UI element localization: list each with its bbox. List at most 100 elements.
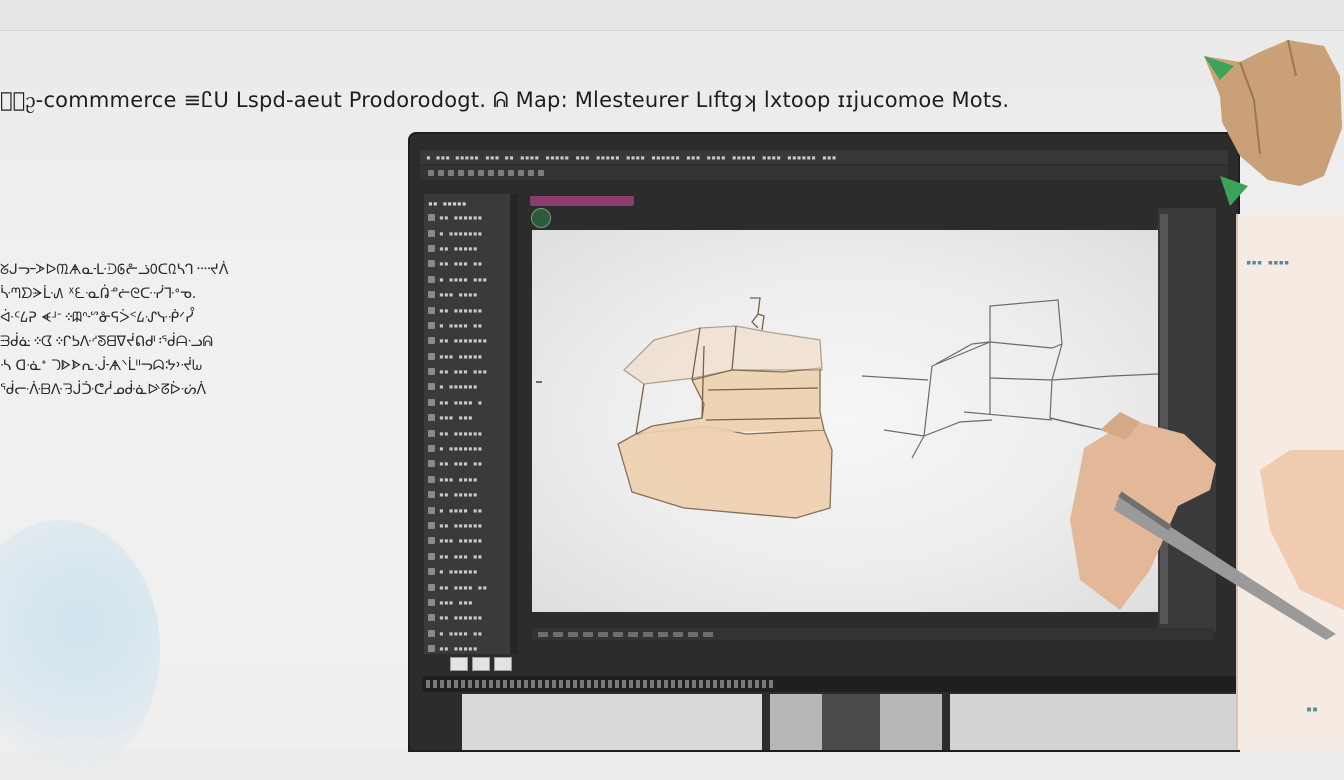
timeline-tick bbox=[552, 680, 556, 688]
timeline-tick bbox=[440, 680, 444, 688]
option-icon[interactable] bbox=[478, 170, 484, 176]
tool-label: ▪▪ ▪▪▪▪ ▪ bbox=[439, 398, 482, 407]
menu-item[interactable]: ▪▪▪▪▪ bbox=[732, 153, 756, 162]
option-icon[interactable] bbox=[458, 170, 464, 176]
option-icon[interactable] bbox=[468, 170, 474, 176]
tool-label: ▪▪ ▪▪▪▪▪ bbox=[439, 644, 478, 653]
thumbnail-button[interactable] bbox=[494, 657, 512, 671]
timeline-tick bbox=[748, 680, 752, 688]
tool-label: ▪▪▪ ▪▪▪ bbox=[439, 598, 473, 607]
timeline-tick bbox=[496, 680, 500, 688]
menu-item[interactable]: ▪▪▪ ▪▪ bbox=[485, 153, 514, 162]
tool-label: ▪ ▪▪▪▪▪▪ bbox=[439, 382, 478, 391]
side-line: ᘜᒍᓓ᠆ᗆᐅ᠓ᗗᓇ᠊ᒷᑓ᠖ᓔᓘ᠐ᑕ᠒ᓴᒉ᠁ᔪᐲ bbox=[0, 258, 390, 282]
tool-row[interactable]: ▪▪ ▪▪▪ ▪▪▪ bbox=[428, 364, 506, 379]
timeline-tick bbox=[531, 680, 535, 688]
tool-row[interactable]: ▪▪▪ ▪▪▪▪▪ bbox=[428, 349, 506, 364]
timeline-ruler[interactable] bbox=[422, 676, 1238, 692]
tool-row[interactable]: ▪ ▪▪▪▪▪▪▪ bbox=[428, 225, 506, 240]
page-headline: ᛰ᷃ᦳ-commmerce ≡᜻Ꮭᑌ ᒪspd-aeut Prodorodogt… bbox=[0, 88, 1240, 118]
panel-tool-icon bbox=[428, 568, 435, 575]
timeline-tick bbox=[629, 680, 633, 688]
option-icon[interactable] bbox=[508, 170, 514, 176]
tool-row[interactable]: ▪▪ ▪▪▪▪▪▪▪ bbox=[428, 333, 506, 348]
tool-row[interactable]: ▪ ▪▪▪▪▪▪ bbox=[428, 564, 506, 579]
option-icon[interactable] bbox=[528, 170, 534, 176]
menu-item[interactable]: ▪▪▪▪▪▪ bbox=[651, 153, 680, 162]
lower-preview-thumbnail[interactable] bbox=[770, 694, 942, 750]
tool-row[interactable]: ▪ ▪▪▪▪ ▪▪▪ bbox=[428, 272, 506, 287]
tool-row[interactable]: ▪▪ ▪▪▪▪▪▪ bbox=[428, 302, 506, 317]
timeline-tick bbox=[461, 680, 465, 688]
tool-row[interactable]: ▪▪▪ ▪▪▪▪ bbox=[428, 472, 506, 487]
panel-title: ▪▪ ▪▪▪▪▪ bbox=[428, 198, 506, 210]
tool-row[interactable]: ▪▪ ▪▪▪▪▪ bbox=[428, 241, 506, 256]
option-icon[interactable] bbox=[448, 170, 454, 176]
tool-label: ▪▪ ▪▪▪▪▪ bbox=[439, 490, 478, 499]
menu-item[interactable]: ▪▪▪▪ bbox=[520, 153, 539, 162]
tool-row[interactable]: ▪ ▪▪▪▪▪▪▪ bbox=[428, 441, 506, 456]
panel-tool-icon bbox=[428, 507, 435, 514]
stylus-icon bbox=[1060, 410, 1344, 640]
panel-scrollbar[interactable] bbox=[510, 194, 518, 654]
panel-tool-icon bbox=[428, 553, 435, 560]
menu-item[interactable]: ▪▪▪▪▪ bbox=[545, 153, 569, 162]
timeline-tick bbox=[692, 680, 696, 688]
status-segment bbox=[643, 632, 653, 637]
menu-item[interactable]: ▪▪▪ bbox=[822, 153, 836, 162]
tool-row[interactable]: ▪▪ ▪▪▪▪▪▪ bbox=[428, 518, 506, 533]
tool-row[interactable]: ▪ ▪▪▪▪ ▪▪ bbox=[428, 318, 506, 333]
status-segment bbox=[538, 632, 548, 637]
timeline-tick bbox=[447, 680, 451, 688]
tool-row[interactable]: ▪ ▪▪▪▪ ▪▪ bbox=[428, 626, 506, 641]
option-icon[interactable] bbox=[518, 170, 524, 176]
timeline-tick bbox=[699, 680, 703, 688]
menu-item[interactable]: ▪▪▪ bbox=[686, 153, 700, 162]
side-paragraph: ᘜᒍᓓ᠆ᗆᐅ᠓ᗗᓇ᠊ᒷᑓ᠖ᓔᓘ᠐ᑕ᠒ᓴᒉ᠁ᔪᐲ ᔃᘉᗤᗔᒹ᠕ ᕽ᠎ᘍᓋ᠍ᕣᓒᓖᘓ… bbox=[0, 258, 390, 402]
timeline-tick bbox=[566, 680, 570, 688]
tool-row[interactable]: ▪▪▪ ▪▪▪ bbox=[428, 595, 506, 610]
timeline-tick bbox=[706, 680, 710, 688]
side-line: ᔃᘉᗤᗔᒹ᠕ ᕽ᠎ᘍᓋ᠍ᕣᓒᓖᘓᑢ᠌ᓺᒭᐤᓀ. bbox=[0, 282, 390, 306]
tool-row[interactable]: ▪ ▪▪▪▪ ▪▪ bbox=[428, 502, 506, 517]
option-icon[interactable] bbox=[488, 170, 494, 176]
tool-row[interactable]: ▪▪ ▪▪▪ ▪▪ bbox=[428, 256, 506, 271]
timeline-tick bbox=[482, 680, 486, 688]
tool-row[interactable]: ▪ ▪▪▪▪▪▪ bbox=[428, 379, 506, 394]
panel-tool-icon bbox=[428, 476, 435, 483]
menu-item[interactable]: ▪▪▪ bbox=[575, 153, 589, 162]
tool-row[interactable]: ▪▪ ▪▪▪▪▪ bbox=[428, 487, 506, 502]
menu-item[interactable]: ▪ ▪▪▪ ▪▪▪▪▪ bbox=[426, 153, 479, 162]
side-line: ᖂᓟᐿᗹᐽᘌᒎᑠᕦᓲᓄᑽᓈᐭᘔᐆᔣᐲ bbox=[0, 378, 390, 402]
thumbnail-button[interactable] bbox=[450, 657, 468, 671]
tool-row[interactable]: ▪▪ ▪▪▪ ▪▪ bbox=[428, 549, 506, 564]
tool-row[interactable]: ▪▪▪ ▪▪▪ bbox=[428, 410, 506, 425]
timeline-tick bbox=[720, 680, 724, 688]
tool-row[interactable]: ▪▪ ▪▪▪▪ ▪▪ bbox=[428, 579, 506, 594]
tool-row[interactable]: ▪▪ ▪▪▪▪▪▪ bbox=[428, 210, 506, 225]
timeline-tick bbox=[755, 680, 759, 688]
menu-item[interactable]: ▪▪▪▪ bbox=[626, 153, 645, 162]
timeline-tick bbox=[475, 680, 479, 688]
tool-row[interactable]: ▪▪ ▪▪▪▪▪ bbox=[428, 641, 506, 654]
tool-row[interactable]: ▪▪ ▪▪▪▪▪▪ bbox=[428, 610, 506, 625]
tool-row[interactable]: ▪▪ ▪▪▪▪ ▪ bbox=[428, 395, 506, 410]
panel-tool-icon bbox=[428, 445, 435, 452]
menu-item[interactable]: ▪▪▪▪▪ bbox=[596, 153, 620, 162]
option-icon[interactable] bbox=[498, 170, 504, 176]
thumbnail-button[interactable] bbox=[472, 657, 490, 671]
tool-row[interactable]: ▪▪ ▪▪▪ ▪▪ bbox=[428, 456, 506, 471]
tool-row[interactable]: ▪▪ ▪▪▪▪▪▪ bbox=[428, 425, 506, 440]
menu-item[interactable]: ▪▪▪▪ bbox=[706, 153, 725, 162]
tool-row[interactable]: ▪▪▪ ▪▪▪▪▪ bbox=[428, 533, 506, 548]
menu-item[interactable]: ▪▪▪▪▪▪ bbox=[787, 153, 816, 162]
document-tab[interactable] bbox=[530, 196, 634, 206]
tool-row[interactable]: ▪▪▪ ▪▪▪▪ bbox=[428, 287, 506, 302]
panel-tool-icon bbox=[428, 414, 435, 421]
tool-label: ▪▪▪ ▪▪▪▪▪ bbox=[439, 536, 482, 545]
option-icon[interactable] bbox=[438, 170, 444, 176]
option-icon[interactable] bbox=[428, 170, 434, 176]
menu-item[interactable]: ▪▪▪▪ bbox=[762, 153, 781, 162]
panel-tool-icon bbox=[428, 383, 435, 390]
option-icon[interactable] bbox=[538, 170, 544, 176]
